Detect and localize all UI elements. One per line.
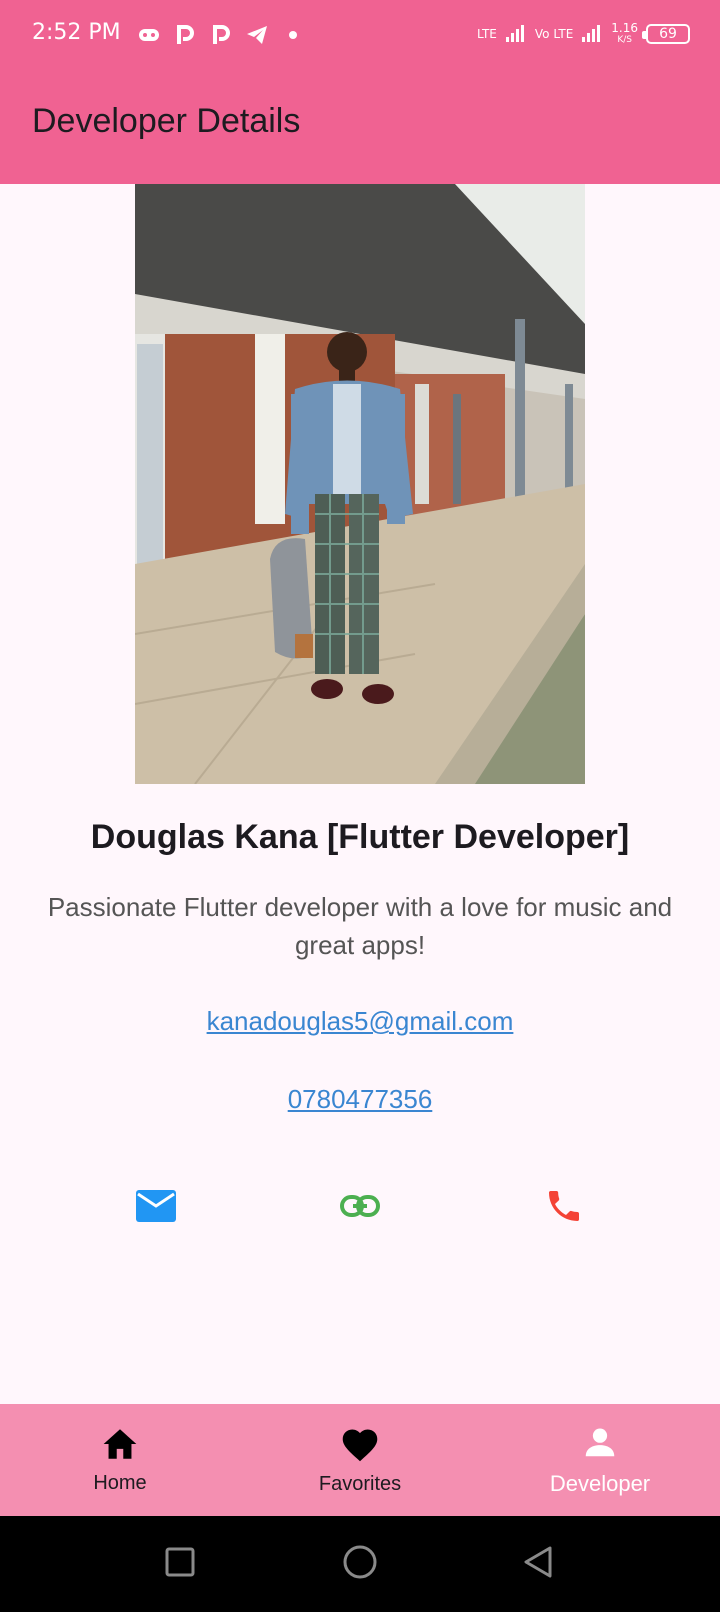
link-button[interactable] — [336, 1184, 384, 1232]
square-icon — [164, 1546, 196, 1582]
page-title: Developer Details — [32, 102, 301, 140]
nav-item-developer[interactable]: Developer — [480, 1404, 720, 1516]
email-link[interactable]: kanadouglas5@gmail.com — [0, 1006, 720, 1037]
signal-icon — [581, 23, 603, 46]
back-triangle-icon — [522, 1545, 554, 1583]
network-type-1: LTE — [476, 27, 497, 41]
email-button[interactable] — [132, 1184, 180, 1232]
heart-icon — [339, 1425, 381, 1467]
link-icon — [339, 1193, 381, 1223]
developer-bio: Passionate Flutter developer with a love… — [47, 892, 673, 960]
developer-name: Douglas Kana [Flutter Developer] — [90, 818, 630, 856]
home-system-button[interactable] — [336, 1540, 384, 1588]
contact-actions — [0, 1184, 720, 1234]
phone-button[interactable] — [540, 1184, 588, 1232]
nav-label-favorites: Favorites — [318, 1472, 402, 1495]
status-indicators: LTE Vo LTE 1.16 K/S 69 — [477, 22, 690, 46]
person-icon — [581, 1423, 619, 1465]
network-speed: 1.16 K/S — [611, 22, 638, 46]
nav-label-home: Home — [93, 1471, 147, 1494]
network-speed-unit: K/S — [617, 35, 632, 45]
bottom-navigation: Home Favorites Developer — [0, 1404, 720, 1516]
recents-button[interactable] — [156, 1540, 204, 1588]
phone-icon — [544, 1186, 584, 1230]
system-navigation-bar — [0, 1516, 720, 1612]
circle-icon — [342, 1544, 378, 1584]
telegram-icon — [244, 22, 270, 48]
signal-icon — [505, 23, 527, 46]
game-controller-icon — [136, 22, 162, 48]
nav-item-favorites[interactable]: Favorites — [240, 1404, 480, 1516]
battery-level: 69 — [659, 26, 677, 42]
email-icon — [135, 1189, 177, 1227]
status-bar: 2:52 PM LTE Vo LTE 1.16 K/S 69 — [0, 0, 720, 72]
nav-label-developer: Developer — [549, 1471, 651, 1496]
network-speed-value: 1.16 — [611, 21, 638, 35]
phone-link[interactable]: 0780477356 — [0, 1084, 720, 1115]
developer-photo — [135, 184, 585, 784]
dot-icon — [280, 22, 306, 48]
status-time: 2:52 PM — [32, 20, 121, 45]
app-bar: Developer Details — [0, 72, 720, 184]
nav-item-home[interactable]: Home — [0, 1404, 240, 1516]
p-icon — [172, 22, 198, 48]
p-icon — [208, 22, 234, 48]
back-button[interactable] — [514, 1540, 562, 1588]
network-type-2: Vo LTE — [534, 27, 574, 41]
notification-icons — [136, 22, 306, 48]
home-icon — [100, 1426, 140, 1466]
battery-icon: 69 — [642, 24, 690, 44]
